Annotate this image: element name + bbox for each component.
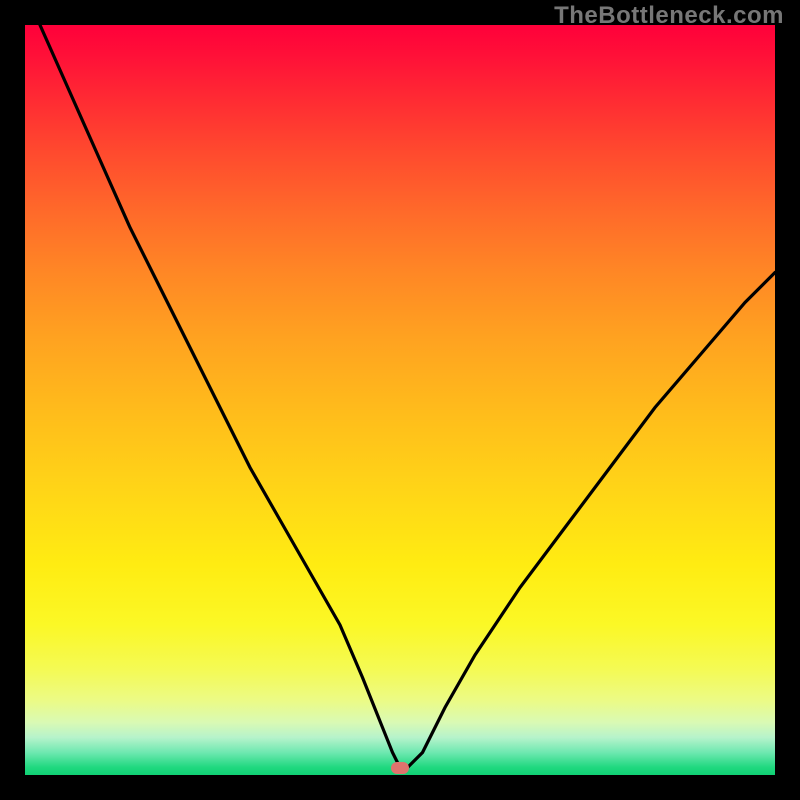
- bottleneck-curve: [25, 25, 775, 775]
- watermark-text: TheBottleneck.com: [554, 2, 784, 30]
- bottleneck-marker: [391, 762, 409, 774]
- plot-area: [25, 25, 775, 775]
- chart-frame: TheBottleneck.com: [0, 0, 800, 800]
